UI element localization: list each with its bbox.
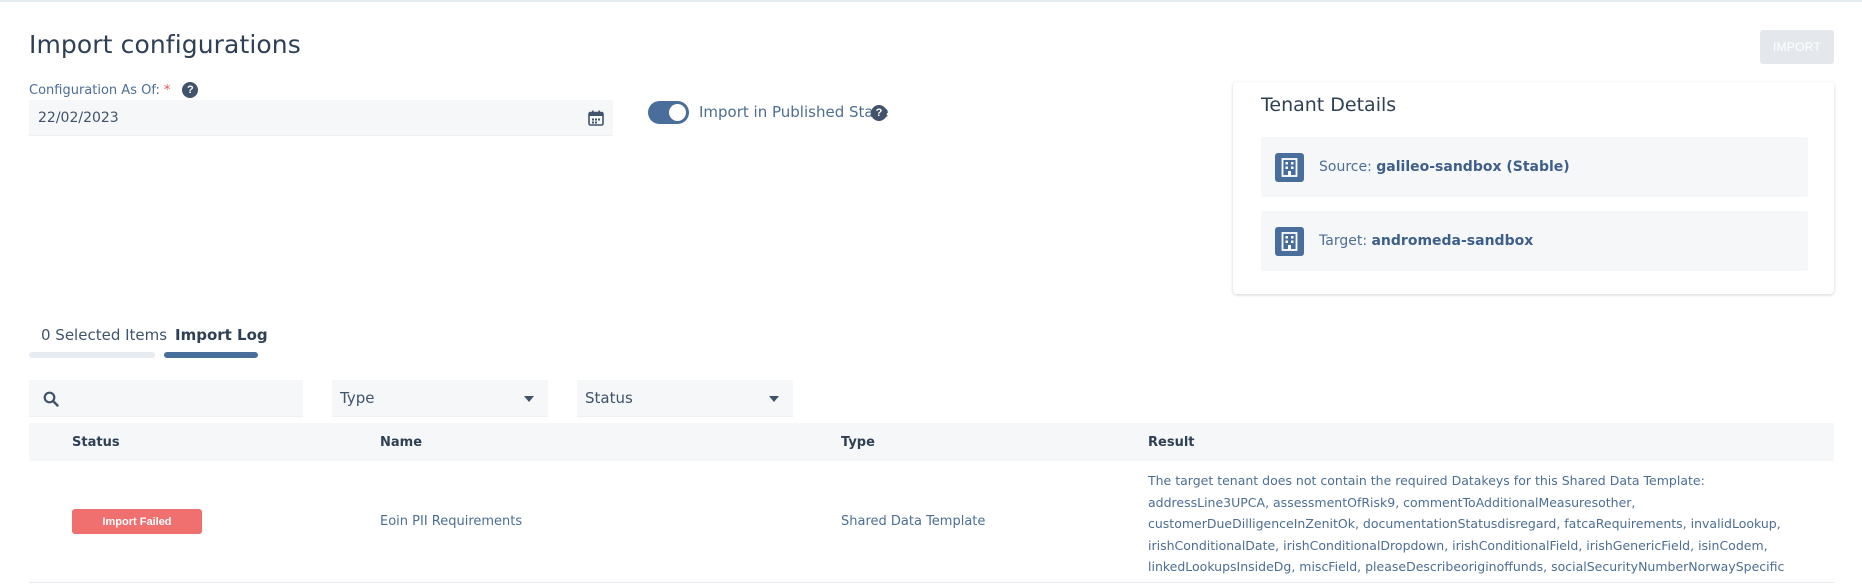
building-icon [1275, 226, 1304, 256]
tenant-details-title: Tenant Details [1261, 94, 1397, 116]
import-button[interactable]: IMPORT [1760, 30, 1834, 64]
publish-state-toggle[interactable] [648, 101, 689, 124]
tenant-target-text: Target: andromeda-sandbox [1319, 233, 1533, 249]
help-icon[interactable]: ? [182, 82, 199, 98]
chevron-down-icon [524, 396, 534, 402]
table-row[interactable]: Import Failed Eoin PII Requirements Shar… [29, 461, 1834, 583]
tab-selected-items[interactable]: 0 Selected Items [41, 326, 167, 344]
chevron-down-icon [769, 396, 779, 402]
column-header-status[interactable]: Status [72, 435, 120, 450]
building-icon [1275, 152, 1304, 182]
page-title: Import configurations [29, 30, 301, 59]
configuration-date-input[interactable]: 22/02/2023 [29, 100, 613, 136]
search-icon [43, 391, 59, 407]
toggle-knob [669, 104, 686, 121]
tab-import-log[interactable]: Import Log [175, 326, 268, 344]
tab-selected-items-indicator [29, 352, 155, 358]
row-name: Eoin PII Requirements [380, 514, 523, 529]
tab-import-log-indicator [164, 352, 258, 358]
tenant-source-prefix: Source: [1319, 159, 1372, 175]
table-header: Status Name Type Result [29, 423, 1834, 461]
column-header-result[interactable]: Result [1148, 435, 1195, 450]
configuration-date-label-text: Configuration As Of: [29, 82, 160, 98]
publish-help-icon[interactable]: ? [871, 105, 887, 121]
row-result: The target tenant does not contain the r… [1148, 473, 1785, 574]
type-filter-dropdown[interactable]: Type [332, 380, 548, 417]
tenant-details-card: Tenant Details Source: galileo-sandbox (… [1233, 82, 1834, 294]
type-filter-label: Type [340, 389, 375, 407]
calendar-icon[interactable] [587, 109, 605, 127]
publish-state-label: Import in Published State [699, 103, 889, 121]
configuration-date-label: Configuration As Of: * ? [29, 82, 199, 98]
status-filter-dropdown[interactable]: Status [577, 380, 793, 417]
required-mark: * [163, 82, 171, 98]
column-header-name[interactable]: Name [380, 435, 422, 450]
column-header-type[interactable]: Type [841, 435, 875, 450]
tenant-source-row: Source: galileo-sandbox (Stable) [1261, 137, 1808, 197]
configuration-date-value: 22/02/2023 [38, 109, 119, 126]
search-input[interactable] [29, 380, 303, 417]
tenant-source-text: Source: galileo-sandbox (Stable) [1319, 159, 1570, 175]
status-badge: Import Failed [72, 509, 202, 534]
status-filter-label: Status [585, 389, 633, 407]
tenant-target-prefix: Target: [1319, 233, 1368, 249]
tenant-target-value: andromeda-sandbox [1371, 233, 1534, 249]
tenant-source-value: galileo-sandbox (Stable) [1376, 159, 1570, 175]
row-type: Shared Data Template [841, 514, 986, 529]
tenant-target-row: Target: andromeda-sandbox [1261, 211, 1808, 271]
